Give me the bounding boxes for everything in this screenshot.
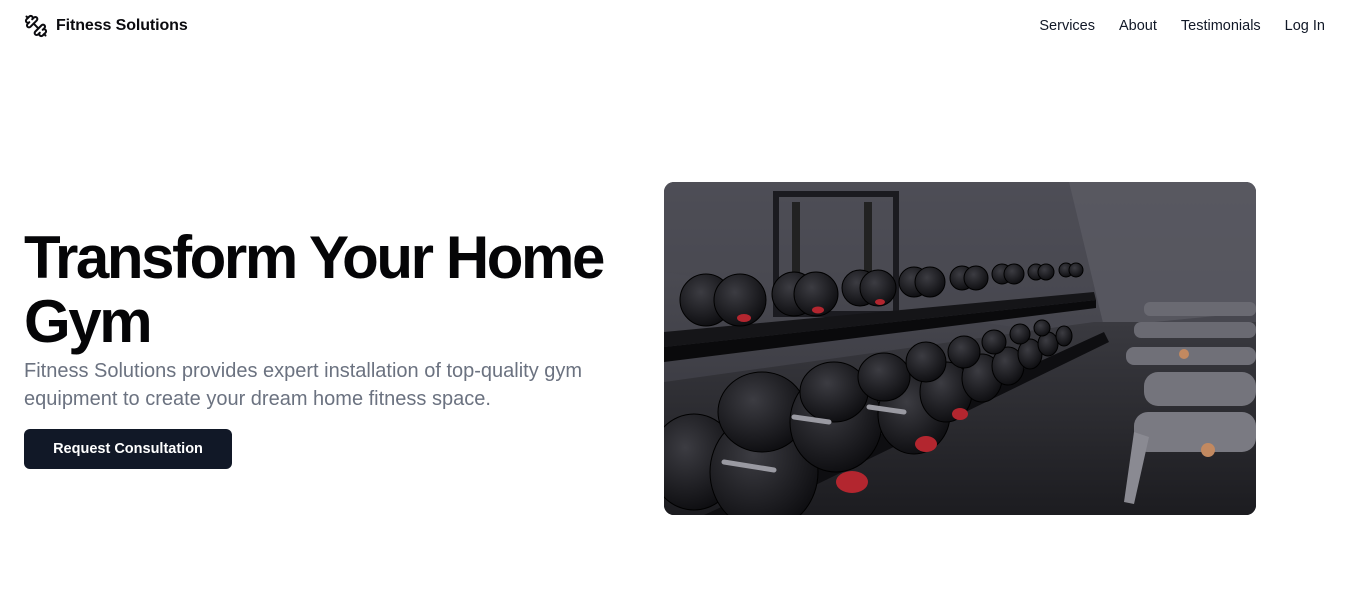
request-consultation-button[interactable]: Request Consultation bbox=[24, 429, 232, 469]
nav-link-testimonials[interactable]: Testimonials bbox=[1181, 17, 1261, 35]
hero-subtitle: Fitness Solutions provides expert instal… bbox=[24, 360, 583, 410]
dumbbell-icon bbox=[24, 14, 48, 38]
brand-link[interactable]: Fitness Solutions bbox=[24, 14, 188, 38]
nav-link-services[interactable]: Services bbox=[1039, 17, 1095, 35]
brand-name: Fitness Solutions bbox=[56, 17, 188, 34]
nav-link-about[interactable]: About bbox=[1119, 17, 1157, 35]
site-header: Fitness Solutions Services About Testimo… bbox=[0, 0, 1346, 52]
main-nav: Services About Testimonials Log In bbox=[1039, 17, 1325, 35]
nav-link-login[interactable]: Log In bbox=[1285, 17, 1325, 35]
hero-title: Transform Your Home Gym bbox=[24, 224, 605, 355]
hero-gym-image bbox=[664, 182, 1256, 515]
